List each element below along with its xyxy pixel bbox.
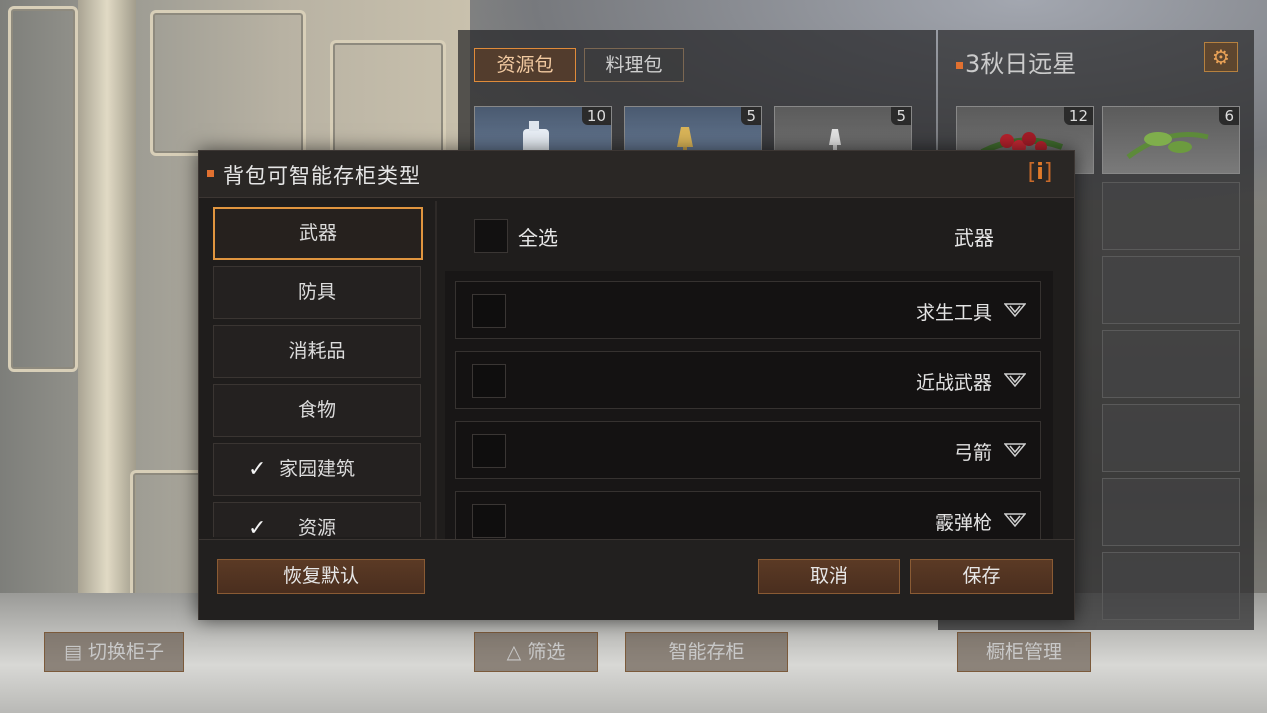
item-count: 6 [1219,107,1239,125]
subcategory-checkbox[interactable] [472,434,506,468]
inventory-slot[interactable] [1102,552,1240,620]
inventory-slot[interactable] [1102,404,1240,472]
smart-store-types-dialog: 背包可智能存柜类型 [i] 武器 防具 消耗品 食物 ✓ 家园建筑 ✓ 资源 全选 … [198,150,1075,620]
subcategory-row[interactable]: 霰弹枪 [455,491,1041,541]
subcategory-checkbox[interactable] [472,294,506,328]
subcategory-row[interactable]: 弓箭 [455,421,1041,479]
item-count: 5 [891,107,911,125]
category-home-building[interactable]: ✓ 家园建筑 [213,443,421,496]
cancel-button[interactable]: 取消 [758,559,900,594]
wardrobe-door-panel [8,6,78,372]
subcategory-label: 弓箭 [953,442,992,464]
reset-default-button[interactable]: 恢复默认 [217,559,425,594]
checkmark-icon: ✓ [248,457,267,482]
cabinet-title: 3秋日远星 [956,44,1076,79]
filter-button[interactable]: △ 筛选 [474,632,598,672]
subcategory-checkbox[interactable] [472,364,506,398]
category-list: 武器 防具 消耗品 食物 ✓ 家园建筑 ✓ 资源 [213,207,427,537]
category-food[interactable]: 食物 [213,384,421,437]
subcategory-label: 求生工具 [915,302,992,324]
dialog-footer: 恢复默认 取消 保存 [199,539,1074,620]
chevron-down-icon[interactable] [1004,372,1026,388]
tab-resource-pack[interactable]: 资源包 [474,48,576,82]
title-marker [207,170,214,177]
category-resources[interactable]: ✓ 资源 [213,502,421,537]
switch-cabinet-button[interactable]: ▤ 切换柜子 [44,632,184,672]
wardrobe-door-panel [330,40,446,166]
checkmark-icon: ✓ [248,516,267,537]
subcategory-label: 霰弹枪 [934,512,992,534]
category-weapons[interactable]: 武器 [213,207,423,260]
wardrobe-door-panel [150,10,306,156]
chevron-down-icon[interactable] [1004,302,1026,318]
inventory-slot[interactable] [1102,256,1240,324]
subcategory-label: 近战武器 [915,372,992,394]
subcategory-checkbox[interactable] [472,504,506,538]
dialog-header: 背包可智能存柜类型 [i] [199,151,1074,198]
select-all-label: 全选 [518,226,558,250]
herb-icon [1126,132,1209,160]
dialog-title: 背包可智能存柜类型 [223,164,421,188]
current-category-label: 武器 [954,226,994,250]
item-count: 5 [741,107,761,125]
inventory-slot[interactable] [1102,182,1240,250]
subcategory-row[interactable]: 求生工具 [455,281,1041,339]
item-count: 12 [1063,107,1093,125]
category-consumables[interactable]: 消耗品 [213,325,421,378]
column-divider [435,201,437,539]
save-button[interactable]: 保存 [910,559,1053,594]
subcategory-row[interactable]: 近战武器 [455,351,1041,409]
gear-icon[interactable]: ⚙ [1204,42,1238,72]
cabinet-manage-button[interactable]: 橱柜管理 [957,632,1091,672]
title-marker [956,61,963,69]
chevron-down-icon[interactable] [1004,512,1026,528]
backpack-inventory-panel: 资源包 料理包 10 5 5 [458,30,936,174]
inventory-slot[interactable]: 6 [1102,106,1240,174]
inventory-slot[interactable] [1102,330,1240,398]
tab-cooking-pack[interactable]: 料理包 [584,48,684,82]
chevron-down-icon[interactable] [1004,442,1026,458]
info-icon[interactable]: [i] [1022,156,1058,190]
inventory-slot[interactable] [1102,478,1240,546]
smart-store-button[interactable]: 智能存柜 [625,632,788,672]
item-count: 10 [581,107,611,125]
select-all-checkbox[interactable] [474,219,508,253]
subcategory-list: 求生工具 近战武器 弓箭 霰弹枪 [445,271,1053,541]
category-armor[interactable]: 防具 [213,266,421,319]
